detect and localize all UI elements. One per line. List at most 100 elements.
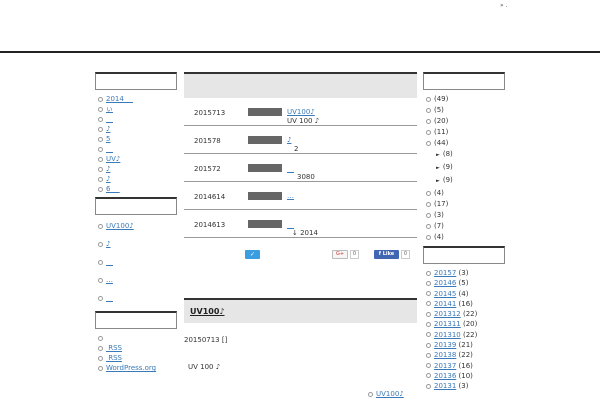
post-row[interactable]: 2014614 … <box>184 182 417 210</box>
category-item[interactable]: ► (9) <box>423 175 505 188</box>
archive-item[interactable]: 20136 (10) <box>423 371 477 381</box>
post-row[interactable]: 201572 3080 <box>184 154 417 182</box>
bullet-icon <box>98 186 103 192</box>
left-list-3-item[interactable]: WordPress.org <box>95 363 177 373</box>
category-item[interactable]: (20) <box>423 116 505 127</box>
archive-count: (16) <box>458 361 473 370</box>
left-list-1-item[interactable]: 2014 <box>95 94 177 104</box>
archive-item[interactable]: 20146 (5) <box>423 278 477 288</box>
category-item[interactable]: (17) <box>423 199 505 210</box>
archive-month-link[interactable]: 20131 <box>434 382 456 390</box>
category-item[interactable]: ► (9) <box>423 162 505 175</box>
archive-month-link[interactable]: 20136 <box>434 372 456 380</box>
archive-item[interactable]: 20138 (22) <box>423 350 477 360</box>
archive-month-link[interactable]: 20146 <box>434 279 456 287</box>
archive-month-link[interactable]: 201312 <box>434 310 461 318</box>
archive-item[interactable]: 201310 (22) <box>423 330 477 340</box>
bullet-icon <box>426 280 431 286</box>
left-list-1-item[interactable] <box>95 144 177 154</box>
archive-month-link[interactable]: 20137 <box>434 362 456 370</box>
category-item[interactable]: (44) <box>423 138 505 149</box>
category-item[interactable]: (5) <box>423 105 505 116</box>
bullet-icon <box>98 259 103 265</box>
post-row[interactable]: 2014613 ↓ 2014 <box>184 210 417 238</box>
bullet-icon <box>98 176 103 182</box>
left-list-1-item[interactable]: UV♪ <box>95 154 177 164</box>
bullet-icon <box>98 156 103 162</box>
post-title-link[interactable]: ♪ <box>287 136 291 144</box>
archive-month-link[interactable]: 20139 <box>434 341 456 349</box>
post-title-link[interactable]: … <box>287 192 294 200</box>
bullet-icon <box>426 96 431 102</box>
left-list-1-item[interactable]: ♪ <box>95 174 177 184</box>
post-thumbnail[interactable] <box>248 192 282 200</box>
bullet-icon <box>98 116 103 122</box>
archive-month-link[interactable]: 20141 <box>434 300 456 308</box>
left-list-2-item[interactable]: UV100♪ <box>95 221 177 239</box>
article-related-link[interactable]: UV100♪ <box>368 390 404 398</box>
left-list-1-item[interactable]: ♪ <box>95 164 177 174</box>
post-thumbnail[interactable] <box>248 164 282 172</box>
left-list-1-item[interactable]: 5 <box>95 134 177 144</box>
post-thumbnail[interactable] <box>248 108 282 116</box>
archive-item[interactable]: 20157 (3) <box>423 268 477 278</box>
post-date: 2014614 <box>194 193 226 201</box>
google-plus-button[interactable]: G+ <box>332 250 348 259</box>
bullet-icon <box>426 201 431 207</box>
left-list-3-item[interactable] <box>95 333 177 343</box>
post-title-link[interactable]: UV100♪ <box>287 108 315 116</box>
archive-month-link[interactable]: 201310 <box>434 331 461 339</box>
archive-item[interactable]: 201311 (20) <box>423 319 477 329</box>
bullet-icon <box>426 140 431 146</box>
bullet-icon <box>98 146 103 152</box>
category-item[interactable]: (7) <box>423 221 505 232</box>
left-list-2-item[interactable]: … <box>95 275 177 293</box>
category-item[interactable]: (3) <box>423 210 505 221</box>
archive-list: 20157 (3) 20146 (5) 20145 (4) 20141 (16) 201… <box>423 268 477 392</box>
left-list-1-item[interactable] <box>95 114 177 124</box>
article-title[interactable]: UV100♪ <box>190 307 225 316</box>
post-title-link[interactable] <box>287 164 294 174</box>
archive-item[interactable]: 201312 (22) <box>423 309 477 319</box>
bullet-icon <box>98 335 103 341</box>
bullet-icon <box>426 352 431 358</box>
left-list-3-item[interactable]: RSS <box>95 343 177 353</box>
post-row[interactable]: 201578 ♪ 2 <box>184 126 417 154</box>
archive-item[interactable]: 20145 (4) <box>423 289 477 299</box>
archive-month-link[interactable]: 20145 <box>434 290 456 298</box>
arrow-right-icon: ► <box>436 178 440 184</box>
twitter-icon[interactable]: ✓ <box>245 250 260 259</box>
facebook-like-button[interactable]: f Like <box>374 250 399 259</box>
bullet-icon <box>426 342 431 348</box>
category-item[interactable]: (4) <box>423 232 505 243</box>
left-list-2-item[interactable] <box>95 257 177 275</box>
bullet-icon <box>426 190 431 196</box>
left-list-1-item[interactable]: ぃ <box>95 104 177 114</box>
post-thumbnail[interactable] <box>248 136 282 144</box>
left-list-1-item[interactable]: ♪ <box>95 124 177 134</box>
archive-item[interactable]: 20141 (16) <box>423 299 477 309</box>
main-section-head <box>184 72 417 98</box>
post-row[interactable]: 2015713 UV100♪ UV 100 ♪ <box>184 98 417 126</box>
left-list-1-item[interactable]: 6 <box>95 184 177 194</box>
category-item[interactable]: (11) <box>423 127 505 138</box>
archive-month-link[interactable]: 20138 <box>434 351 456 359</box>
archive-month-link[interactable]: 20157 <box>434 269 456 277</box>
category-item[interactable]: (49) <box>423 94 505 105</box>
post-excerpt: UV 100 ♪ <box>287 117 320 125</box>
archive-item[interactable]: 20139 (21) <box>423 340 477 350</box>
archive-item[interactable]: 20131 (3) <box>423 381 477 391</box>
archive-item[interactable]: 20137 (16) <box>423 361 477 371</box>
post-excerpt: 3080 <box>297 173 315 181</box>
archive-count: (10) <box>458 371 473 380</box>
left-list-2-item[interactable] <box>95 293 177 311</box>
google-plus-count: 0 <box>350 250 359 259</box>
left-list-2-item[interactable]: ♪ <box>95 239 177 257</box>
post-thumbnail[interactable] <box>248 220 282 228</box>
left-widget-3-head <box>95 311 177 329</box>
category-item[interactable]: (4) <box>423 188 505 199</box>
archive-month-link[interactable]: 201311 <box>434 320 461 328</box>
left-list-3-item[interactable]: RSS <box>95 353 177 363</box>
left-list-3: RSS RSS WordPress.org <box>95 333 177 373</box>
category-item[interactable]: ► (8) <box>423 149 505 162</box>
